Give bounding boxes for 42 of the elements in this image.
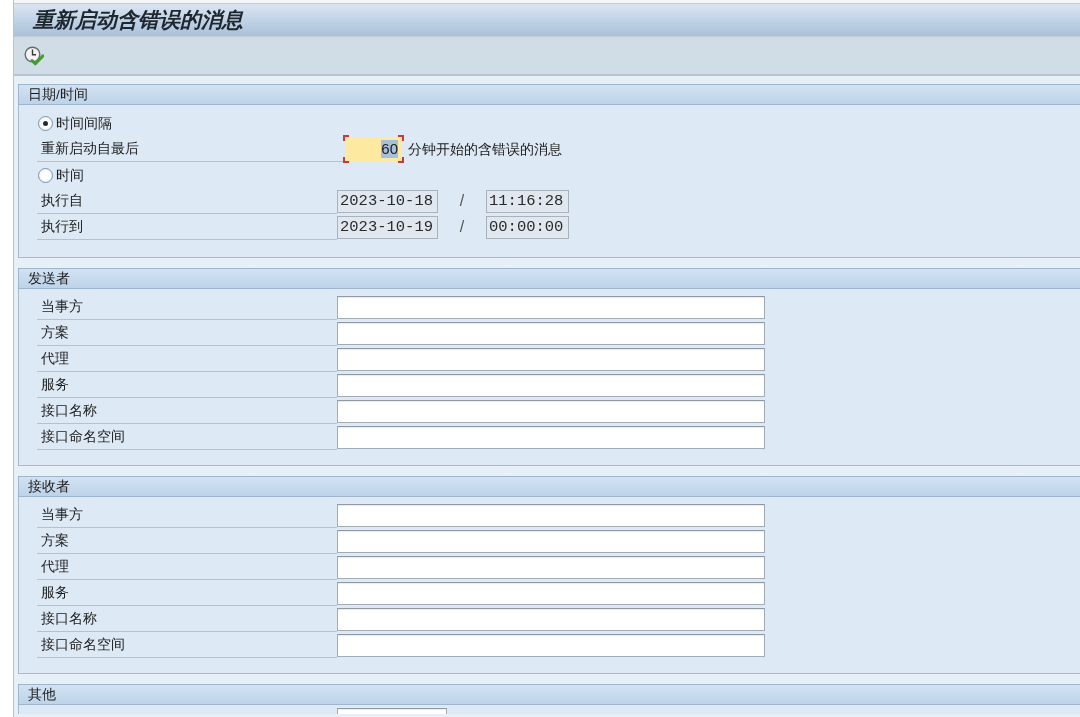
field-label: 服务 <box>41 584 69 601</box>
text-field[interactable] <box>337 399 765 423</box>
field-label: 当事方 <box>41 298 83 315</box>
field-label: 服务 <box>41 376 69 393</box>
field-label: 接口名称 <box>41 402 97 419</box>
minutes-field[interactable]: 60 <box>343 135 404 163</box>
clock-check-icon[interactable] <box>24 45 44 66</box>
text-field[interactable] <box>337 581 765 605</box>
field-label: 代理 <box>41 558 69 575</box>
field-label: 当事方 <box>41 506 83 523</box>
text-field[interactable] <box>337 633 765 657</box>
field-label: 重新启动自最后 <box>41 140 139 157</box>
radio-button[interactable] <box>38 115 53 131</box>
text-field[interactable] <box>337 373 765 397</box>
separator-text: / <box>458 191 466 211</box>
field-label: 接口命名空间 <box>41 428 125 445</box>
section-header: 发送者 <box>18 268 1080 289</box>
field-label: 方案 <box>41 532 69 549</box>
radio-label[interactable]: 时间 <box>56 166 84 184</box>
separator-text: / <box>458 217 466 237</box>
section-header: 接收者 <box>18 476 1080 497</box>
section-header: 其他 <box>18 684 1080 705</box>
text-field[interactable] <box>337 555 765 579</box>
section-header: 日期/时间 <box>18 84 1080 105</box>
text-field[interactable] <box>337 321 765 345</box>
text-field[interactable] <box>337 529 765 553</box>
text-field[interactable] <box>337 295 765 319</box>
text-field[interactable] <box>337 503 765 527</box>
field-label: 接口名称 <box>41 610 97 627</box>
text-field[interactable] <box>337 607 765 631</box>
field-label: 接口命名空间 <box>41 636 125 653</box>
radio-button[interactable] <box>38 167 53 183</box>
window-title: 重新启动含错误的消息 <box>33 7 243 33</box>
field-label: 方案 <box>41 324 69 341</box>
radio-label[interactable]: 时间间隔 <box>56 114 112 132</box>
field-label: 执行到 <box>41 218 83 235</box>
field-label: 代理 <box>41 350 69 367</box>
text-field[interactable] <box>337 347 765 371</box>
field-label: 执行自 <box>41 192 83 209</box>
text-field[interactable] <box>337 425 765 449</box>
text-field[interactable] <box>337 708 447 714</box>
field-suffix: 分钟开始的含错误的消息 <box>408 140 562 158</box>
